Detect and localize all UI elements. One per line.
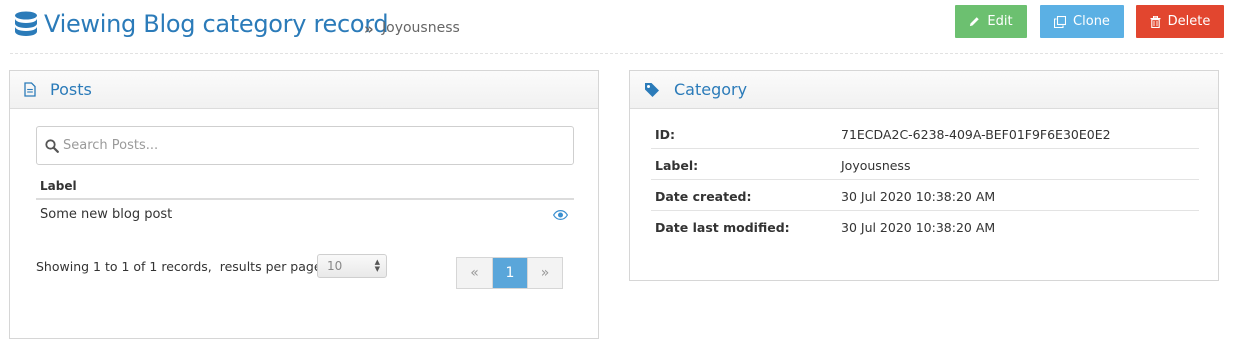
delete-button[interactable]: Delete bbox=[1136, 5, 1224, 38]
column-header-label[interactable]: Label bbox=[40, 179, 77, 193]
table-row[interactable]: Some new blog post bbox=[36, 202, 574, 230]
page-1-button[interactable]: 1 bbox=[492, 258, 527, 288]
database-icon bbox=[15, 11, 37, 36]
field-row-date-modified: Date last modified: 30 Jul 2020 10:38:20… bbox=[651, 211, 1199, 242]
page-title: Viewing Blog category record bbox=[44, 10, 389, 38]
posts-panel: Posts Label Some new blog post Showing 1… bbox=[9, 70, 599, 339]
eye-icon[interactable] bbox=[553, 210, 568, 220]
per-page-value: 10 bbox=[327, 259, 343, 273]
field-row-date-created: Date created: 30 Jul 2020 10:38:20 AM bbox=[651, 180, 1199, 211]
field-value: 30 Jul 2020 10:38:20 AM bbox=[841, 189, 996, 204]
trash-icon bbox=[1150, 15, 1161, 28]
search-input[interactable] bbox=[63, 138, 543, 153]
per-page-select[interactable]: 10 ▲ ▼ bbox=[317, 254, 387, 278]
records-summary: Showing 1 to 1 of 1 records, results per… bbox=[36, 259, 326, 274]
search-icon bbox=[45, 138, 59, 153]
field-value: Joyousness bbox=[841, 158, 911, 173]
field-value: 30 Jul 2020 10:38:20 AM bbox=[841, 220, 996, 235]
next-page-button[interactable]: » bbox=[527, 258, 562, 288]
field-label: Label: bbox=[655, 158, 699, 173]
pencil-icon bbox=[970, 17, 980, 27]
pagination: « 1 » bbox=[456, 257, 563, 289]
category-panel-header: Category bbox=[630, 71, 1218, 109]
posts-panel-title: Posts bbox=[50, 80, 92, 99]
document-icon bbox=[24, 82, 36, 97]
search-box bbox=[36, 126, 574, 165]
category-panel-title: Category bbox=[674, 80, 748, 99]
field-label: Date last modified: bbox=[655, 220, 790, 235]
posts-panel-header: Posts bbox=[10, 71, 598, 109]
copy-icon bbox=[1054, 15, 1067, 28]
clone-button-label: Clone bbox=[1073, 14, 1110, 29]
table-header: Label bbox=[36, 177, 574, 200]
delete-button-label: Delete bbox=[1167, 14, 1211, 29]
clone-button[interactable]: Clone bbox=[1040, 5, 1124, 38]
tag-icon bbox=[645, 82, 659, 97]
prev-page-button[interactable]: « bbox=[457, 258, 492, 288]
edit-button[interactable]: Edit bbox=[955, 5, 1027, 38]
breadcrumb-separator: » bbox=[364, 20, 374, 38]
category-panel: Category ID: 71ECDA2C-6238-409A-BEF01F9F… bbox=[629, 70, 1219, 281]
page-header: Viewing Blog category record » Joyousnes… bbox=[0, 0, 1233, 54]
field-label: ID: bbox=[655, 127, 676, 142]
table-cell-label: Some new blog post bbox=[40, 207, 173, 222]
breadcrumb[interactable]: Joyousness bbox=[382, 20, 460, 36]
select-arrows-icon: ▲ ▼ bbox=[374, 258, 380, 273]
edit-button-label: Edit bbox=[987, 14, 1013, 29]
field-label: Date created: bbox=[655, 189, 752, 204]
header-divider bbox=[10, 53, 1223, 54]
field-row-id: ID: 71ECDA2C-6238-409A-BEF01F9F6E30E0E2 bbox=[651, 118, 1199, 149]
field-row-label: Label: Joyousness bbox=[651, 149, 1199, 180]
field-value: 71ECDA2C-6238-409A-BEF01F9F6E30E0E2 bbox=[841, 127, 1111, 142]
